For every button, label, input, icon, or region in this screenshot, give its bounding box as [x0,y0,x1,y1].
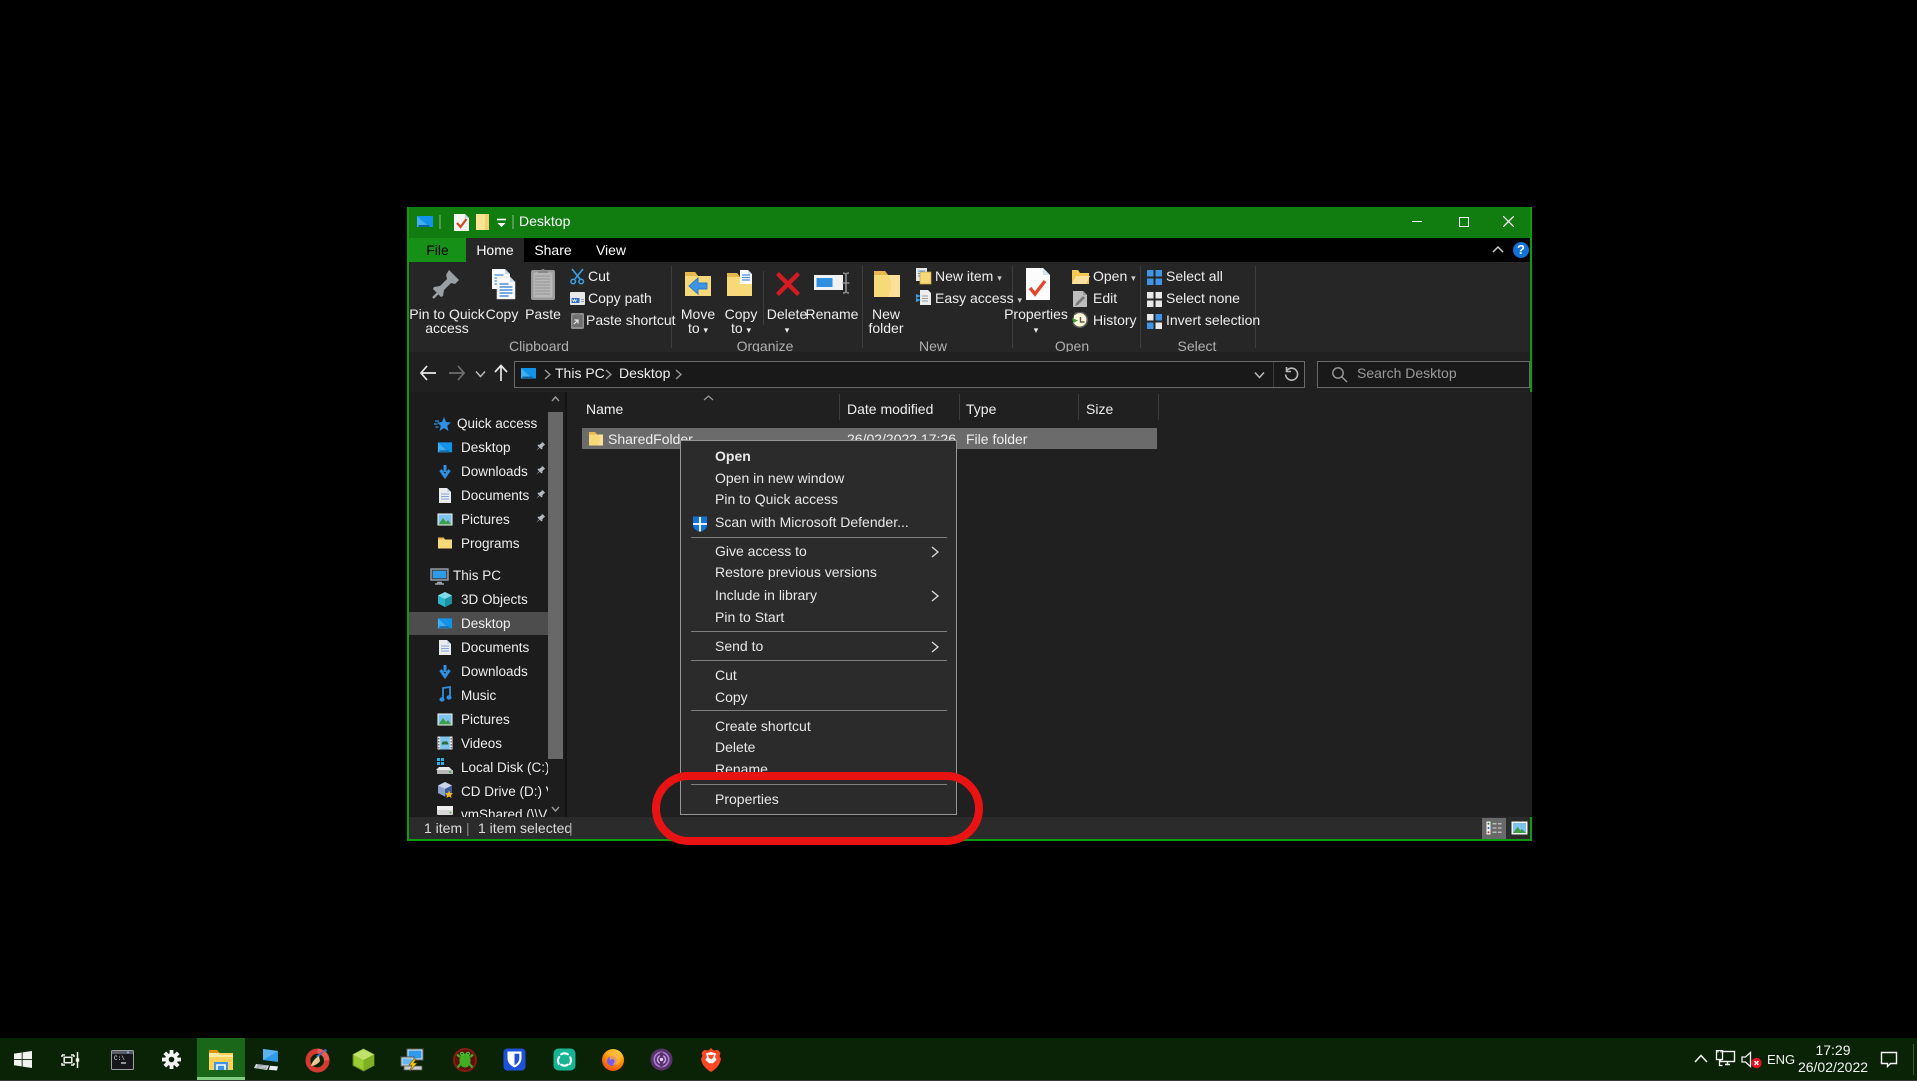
svg-text:C:\: C:\ [114,1055,125,1062]
